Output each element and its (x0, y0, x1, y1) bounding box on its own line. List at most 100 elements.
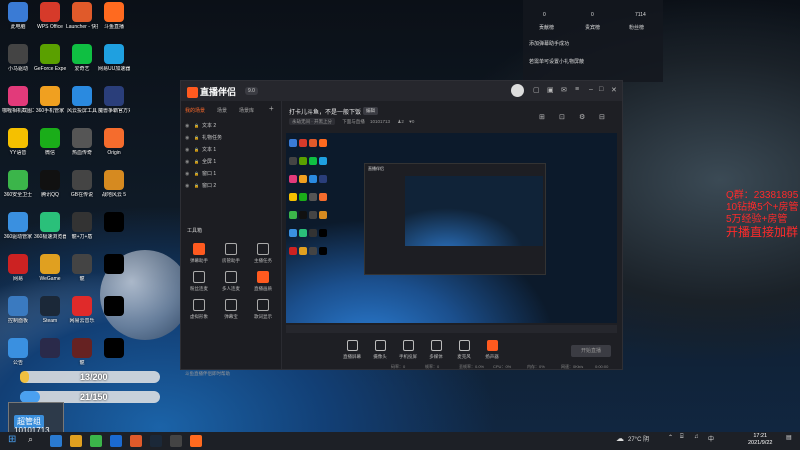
desktop-icon[interactable]: 龍 (66, 254, 98, 282)
fullscreen-icon[interactable]: ⊟ (599, 113, 605, 121)
desktop-icon[interactable]: 此电脑 (2, 2, 34, 30)
source-item[interactable]: ◉ 🔒 文本 2 (185, 121, 216, 131)
desktop-icon[interactable]: 360手机管家 (34, 86, 66, 114)
desktop-icon[interactable]: 360驱动管家 (2, 212, 34, 240)
eye-icon[interactable]: ◉ (185, 133, 191, 143)
taskbar-app-icon[interactable] (130, 435, 142, 447)
mail-icon[interactable]: ✉ (561, 86, 567, 94)
tool-button[interactable]: 粉丝连麦 (185, 271, 213, 292)
taskbar-app-icon[interactable] (150, 435, 162, 447)
source-item[interactable]: ◉ 🔒 窗口 2 (185, 181, 216, 191)
desktop-icon[interactable]: WeGame (34, 254, 66, 282)
toolbar-button[interactable]: 扬声器 (481, 340, 503, 360)
tool-button[interactable]: 多人连麦 (217, 271, 245, 292)
weather-icon[interactable]: ☁ (616, 434, 624, 443)
close-icon[interactable]: ✕ (611, 86, 617, 94)
desktop-icon[interactable] (98, 338, 130, 360)
ime-icon[interactable]: 中 (708, 434, 714, 443)
tool-button[interactable]: 直播画质 (249, 271, 277, 292)
tool-button[interactable]: 虚拟形象 (185, 299, 213, 320)
eye-icon[interactable]: ◉ (185, 157, 191, 167)
preview-canvas[interactable]: 直播伴侣 (286, 133, 617, 323)
desktop-icon[interactable]: 龍+刀+盾 (66, 212, 98, 240)
eye-icon[interactable]: ◉ (185, 145, 191, 155)
desktop-icon[interactable]: GeForce Experience (34, 44, 66, 72)
gift-icon[interactable]: ▣ (547, 86, 554, 94)
taskbar-app-icon[interactable] (190, 435, 202, 447)
user-avatar[interactable] (511, 84, 524, 97)
tab-contribution[interactable]: 贡献榜 (539, 24, 554, 31)
category-label[interactable]: 永劫无间 · 开黑上分 (289, 118, 335, 125)
search-icon[interactable]: ⌕ (28, 434, 33, 445)
desktop-icon[interactable]: 龍 (66, 338, 98, 366)
add-scene-icon[interactable]: + (269, 104, 274, 113)
tab-scene-library[interactable]: 场景库 (239, 107, 254, 114)
tool-button[interactable]: 歌词显示 (249, 299, 277, 320)
desktop-icon[interactable]: YY语音 (2, 128, 34, 156)
desktop-icon[interactable]: WPS Office (34, 2, 66, 30)
source-item[interactable]: ◉ 🔒 文本 1 (185, 145, 216, 155)
source-item[interactable]: ◉ 🔒 礼物任务 (185, 133, 222, 143)
eye-icon[interactable]: ◉ (185, 121, 191, 131)
layout-icon[interactable]: ⊡ (559, 113, 565, 121)
toolbar-button[interactable]: 多媒体 (425, 340, 447, 360)
go-live-button[interactable]: 开始直播 (571, 345, 611, 357)
desktop-icon[interactable]: 360安全卫士 (2, 170, 34, 198)
eye-icon[interactable]: ◉ (185, 169, 191, 179)
eye-icon[interactable]: ◉ (185, 181, 191, 191)
title-bar[interactable]: 直播伴侣 9.0 ▢ ▣ ✉ ≡ – □ ✕ (181, 81, 622, 101)
desktop-icon[interactable]: 咖喱相机截图工具 (2, 86, 34, 114)
tab-fans[interactable]: 粉丝榜 (629, 24, 644, 31)
notification-icon[interactable]: ▤ (786, 434, 792, 441)
desktop-icon[interactable]: 网易云音乐 (66, 296, 98, 324)
desktop-icon[interactable]: 微信 (34, 128, 66, 156)
tool-button[interactable]: 弹幕助手 (185, 243, 213, 264)
taskbar-app-icon[interactable] (90, 435, 102, 447)
share-icon[interactable]: ⊞ (539, 113, 545, 121)
help-text[interactable]: 斗鱼直播伴侣即时帮助 (181, 371, 285, 377)
desktop-icon[interactable]: Steam (34, 296, 66, 324)
toolbar-button[interactable]: 摄像头 (369, 340, 391, 360)
tool-button[interactable]: 房管助手 (217, 243, 245, 264)
source-item[interactable]: ◉ 🔒 窗口 1 (185, 169, 216, 179)
lock-icon[interactable]: 🔒 (194, 159, 199, 164)
lock-icon[interactable]: 🔒 (194, 183, 199, 188)
desktop-icon[interactable]: 爱奇艺 (66, 44, 98, 72)
desktop-icon[interactable]: 控制面板 (2, 296, 34, 324)
desktop-icon[interactable] (98, 254, 130, 276)
lock-icon[interactable]: 🔒 (194, 147, 199, 152)
lock-icon[interactable]: 🔒 (194, 123, 199, 128)
toolbar-button[interactable]: 麦克风 (453, 340, 475, 360)
taskbar-app-icon[interactable] (50, 435, 62, 447)
lock-icon[interactable]: 🔒 (194, 171, 199, 176)
menu-icon[interactable]: ≡ (575, 86, 579, 93)
minimize-icon[interactable]: – (589, 86, 593, 93)
toolbar-button[interactable]: 直播屏幕 (341, 340, 363, 360)
taskbar-app-icon[interactable] (110, 435, 122, 447)
desktop-icon[interactable]: 魔兽争霸官方对战平台 (98, 86, 130, 114)
network-icon[interactable]: ⌸ (680, 434, 684, 441)
tab-my-scenes[interactable]: 我的场景 (185, 107, 205, 114)
source-item[interactable]: ◉ 🔒 全屏 1 (185, 157, 216, 167)
tab-scenes[interactable]: 场景 (217, 107, 227, 114)
edit-title-button[interactable]: 编辑 (363, 107, 378, 115)
tab-vip[interactable]: 贵宾榜 (585, 24, 600, 31)
toolbar-button[interactable]: 手机投屏 (397, 340, 419, 360)
tool-button[interactable]: 主播任务 (249, 243, 277, 264)
windows-start-icon[interactable]: ⊞ (8, 434, 16, 445)
weather-text[interactable]: 27°C 阴 (628, 434, 649, 443)
desktop-icon[interactable]: 战地风云 5 (98, 170, 130, 198)
volume-icon[interactable]: ♫ (694, 434, 699, 440)
maximize-icon[interactable]: □ (599, 86, 603, 93)
desktop-icon[interactable]: 斗鱼直播 (98, 2, 130, 30)
tool-button[interactable]: 弹幕宝 (217, 299, 245, 320)
desktop-icon[interactable]: 腾讯QQ (34, 170, 66, 198)
desktop-icon[interactable]: 网易 (2, 254, 34, 282)
desktop-icon[interactable]: Launcher - 快捷方式 (66, 2, 98, 30)
clock[interactable]: 17:21 2021/9/22 (748, 433, 772, 447)
lock-icon[interactable]: 🔒 (194, 135, 199, 140)
desktop-icon[interactable]: 热血传奇 (66, 128, 98, 156)
desktop-icon[interactable]: 网易UU加速器 (98, 44, 130, 72)
settings-icon[interactable]: ⚙ (579, 113, 585, 121)
desktop-icon[interactable]: 风云投屏工具 (66, 86, 98, 114)
